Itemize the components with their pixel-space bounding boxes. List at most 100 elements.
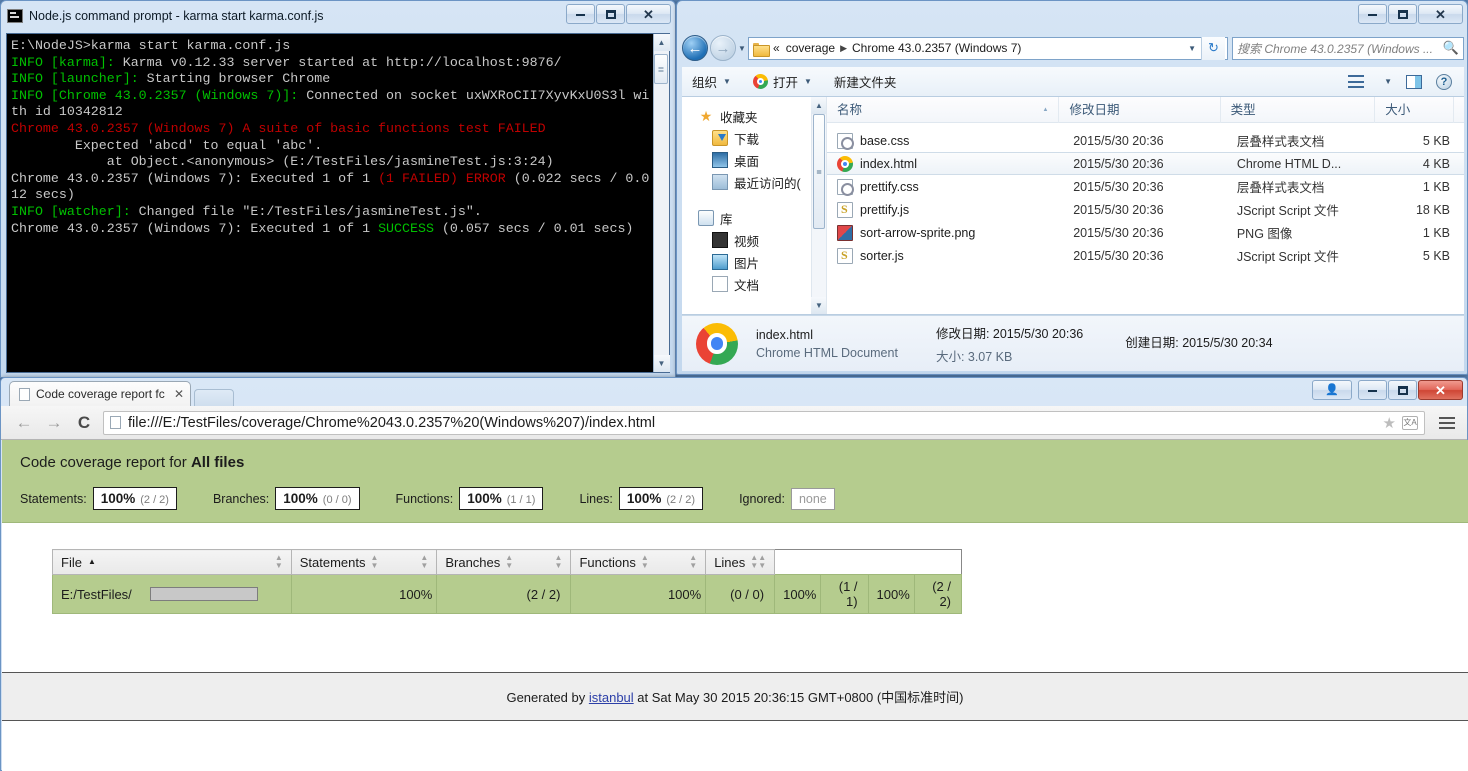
bookmark-star-icon[interactable]: ★ <box>1383 414 1396 432</box>
scroll-down-arrow-icon[interactable]: ▼ <box>811 297 826 314</box>
address-bar[interactable]: « coverage ▶ Chrome 43.0.2357 (Windows 7… <box>748 36 1228 60</box>
preview-pane-icon[interactable] <box>1406 74 1422 89</box>
cell-file[interactable]: E:/TestFiles/ <box>52 574 292 614</box>
scrollbar-thumb[interactable]: ≣ <box>813 114 825 229</box>
file-list-row[interactable]: index.html 2015/5/30 20:36 Chrome HTML D..… <box>827 152 1464 175</box>
cmd-console-body[interactable]: E:\NodeJS>karma start karma.conf.js INFO … <box>6 33 670 373</box>
address-input[interactable]: file:///E:/TestFiles/coverage/Chrome%204… <box>103 410 1425 435</box>
explorer-titlebar[interactable]: ✕ <box>677 1 1467 31</box>
help-icon[interactable]: ? <box>1436 73 1452 90</box>
refresh-icon[interactable]: ↻ <box>1201 36 1225 60</box>
close-tab-icon[interactable]: ✕ <box>174 387 184 401</box>
tab-code-coverage-report[interactable]: Code coverage report fc ✕ <box>9 381 191 406</box>
explorer-window[interactable]: ✕ ← → ▼ « coverage ▶ Chrome 43.0.2357 (W… <box>676 0 1468 375</box>
scrollbar-thumb[interactable]: ≣ <box>654 54 668 84</box>
new-tab-button[interactable] <box>194 389 234 406</box>
console-line: at Object.<anonymous> (E:/TestFiles/jasm… <box>11 154 651 171</box>
chrome-titlebar[interactable]: Code coverage report fc ✕ 👤 ✕ <box>1 378 1467 406</box>
column-header-type[interactable]: 类型 <box>1221 97 1376 123</box>
th-functions[interactable]: Functions ▲ ▼ ▲ ▼ <box>570 549 707 575</box>
file-list-row[interactable]: sort-arrow-sprite.png 2015/5/30 20:36 PNG … <box>827 221 1464 244</box>
minimize-button[interactable] <box>1358 380 1387 400</box>
scroll-up-arrow-icon[interactable]: ▲ <box>653 34 670 51</box>
cmd-titlebar[interactable]: Node.js command prompt - karma start kar… <box>1 1 675 31</box>
sidebar-item-0[interactable]: ★ 收藏夹 <box>682 105 826 127</box>
th-lines[interactable]: Lines ▲ ▼ ▲ ▼ <box>705 549 776 575</box>
sort-toggle-icon[interactable]: ▲ ▼ <box>750 554 758 570</box>
maximize-button[interactable] <box>596 4 625 24</box>
th-branches[interactable]: Branches ▲ ▼ ▲ ▼ <box>436 549 572 575</box>
console-segment: Starting browser Chrome <box>138 71 331 87</box>
minimize-button[interactable] <box>1358 4 1387 24</box>
documents-icon <box>712 276 728 292</box>
sidebar-item-2[interactable]: 桌面 <box>682 149 826 171</box>
new-folder-button[interactable]: 新建文件夹 <box>834 72 897 91</box>
stat-branches: Branches: 100% (0 / 0) <box>213 487 360 510</box>
translate-icon[interactable]: 文A <box>1402 415 1418 430</box>
scroll-up-arrow-icon[interactable]: ▲ <box>811 97 826 114</box>
column-header-name[interactable]: 名称 <box>827 97 1060 123</box>
table-row[interactable]: E:/TestFiles/100% (2 / 2) 100% (0 / 0) 100%(… <box>52 574 963 614</box>
cmd-window[interactable]: Node.js command prompt - karma start kar… <box>0 0 676 378</box>
scroll-down-arrow-icon[interactable]: ▼ <box>653 355 670 372</box>
breadcrumb-current[interactable]: Chrome 43.0.2357 (Windows 7) <box>852 41 1021 55</box>
file-type: JScript Script 文件 <box>1236 204 1339 218</box>
open-button[interactable]: 打开 ▼ <box>752 72 812 91</box>
sidebar-item-label: 收藏夹 <box>720 110 758 125</box>
breadcrumb-root[interactable]: « <box>773 41 780 55</box>
forward-arrow-icon[interactable]: → <box>710 35 736 61</box>
sidebar-item-4[interactable]: 库 <box>682 207 826 229</box>
maximize-button[interactable] <box>1388 380 1417 400</box>
search-icon[interactable]: 🔍 <box>1443 40 1459 56</box>
file-list-row[interactable]: prettify.js 2015/5/30 20:36 JScript Script… <box>827 198 1464 221</box>
cmd-scrollbar[interactable]: ▲ ≣ ▼ <box>653 34 670 372</box>
istanbul-link[interactable]: istanbul <box>589 690 634 705</box>
file-list-row[interactable]: base.css 2015/5/30 20:36 层叠样式表文档 5 KB <box>827 129 1464 152</box>
sort-toggle-icon[interactable]: ▲ ▼ <box>641 554 649 570</box>
sidebar-item-label: 下载 <box>734 132 760 147</box>
close-button[interactable]: ✕ <box>1418 380 1463 400</box>
sort-asc-icon[interactable]: ▲ <box>88 558 96 566</box>
sort-toggle-icon[interactable]: ▲ ▼ <box>505 554 513 570</box>
sidebar-item-3[interactable]: 最近访问的( <box>682 171 826 193</box>
sort-toggle-icon[interactable]: ▲ ▼ <box>420 554 428 570</box>
file-name: sorter.js <box>860 248 904 263</box>
sort-toggle-icon[interactable]: ▲ ▼ <box>758 554 766 570</box>
th-file[interactable]: File ▲ ▲ ▼ <box>52 549 292 575</box>
chrome-menu-icon[interactable] <box>1439 416 1459 429</box>
sidebar-item-7[interactable]: 文档 <box>682 273 826 295</box>
sort-toggle-icon[interactable]: ▲ ▼ <box>371 554 379 570</box>
search-input[interactable]: 搜索 Chrome 43.0.2357 (Windows ... 🔍 <box>1232 36 1464 60</box>
forward-arrow-icon[interactable]: → <box>39 413 69 433</box>
sort-toggle-icon[interactable]: ▲ ▼ <box>275 554 283 570</box>
sidebar-item-5[interactable]: 视频 <box>682 229 826 251</box>
close-button[interactable]: ✕ <box>1418 4 1463 24</box>
sidebar-scrollbar[interactable]: ▲ ≣ ▼ <box>811 97 826 314</box>
sidebar-item-6[interactable]: 图片 <box>682 251 826 273</box>
sort-toggle-icon[interactable]: ▲ ▼ <box>555 554 563 570</box>
file-list-row[interactable]: sorter.js 2015/5/30 20:36 JScript Script 文… <box>827 244 1464 267</box>
th-statements[interactable]: Statements ▲ ▼ ▲ ▼ <box>290 549 438 575</box>
user-avatar-icon[interactable]: 👤 <box>1312 380 1352 400</box>
reload-icon[interactable]: C <box>69 413 99 433</box>
file-list-row[interactable]: prettify.css 2015/5/30 20:36 层叠样式表文档 1 KB <box>827 175 1464 198</box>
column-header-date[interactable]: 修改日期 <box>1059 97 1221 123</box>
organize-label: 组织 <box>692 76 718 90</box>
maximize-button[interactable] <box>1388 4 1417 24</box>
sort-toggle-icon[interactable]: ▲ ▼ <box>689 554 697 570</box>
chrome-browser-window[interactable]: Code coverage report fc ✕ 👤 ✕ ← → C file… <box>0 377 1468 771</box>
chrome-toolbar: ← → C file:///E:/TestFiles/coverage/Chro… <box>1 406 1467 440</box>
back-arrow-icon[interactable]: ← <box>682 35 708 61</box>
history-dropdown-icon[interactable]: ▼ <box>736 44 748 53</box>
chevron-down-icon[interactable]: ▼ <box>1384 77 1392 86</box>
change-view-icon[interactable] <box>1348 75 1365 88</box>
back-arrow-icon[interactable]: ← <box>9 413 39 433</box>
minimize-button[interactable] <box>566 4 595 24</box>
sidebar-item-1[interactable]: 下载 <box>682 127 826 149</box>
address-dropdown-icon[interactable]: ▼ <box>1183 44 1201 53</box>
organize-button[interactable]: 组织 ▼ <box>692 72 731 91</box>
breadcrumb-coverage[interactable]: coverage <box>786 41 835 55</box>
th-lines-label: Lines <box>714 554 746 570</box>
column-header-size[interactable]: 大小 <box>1375 97 1454 123</box>
close-button[interactable]: ✕ <box>626 4 671 24</box>
